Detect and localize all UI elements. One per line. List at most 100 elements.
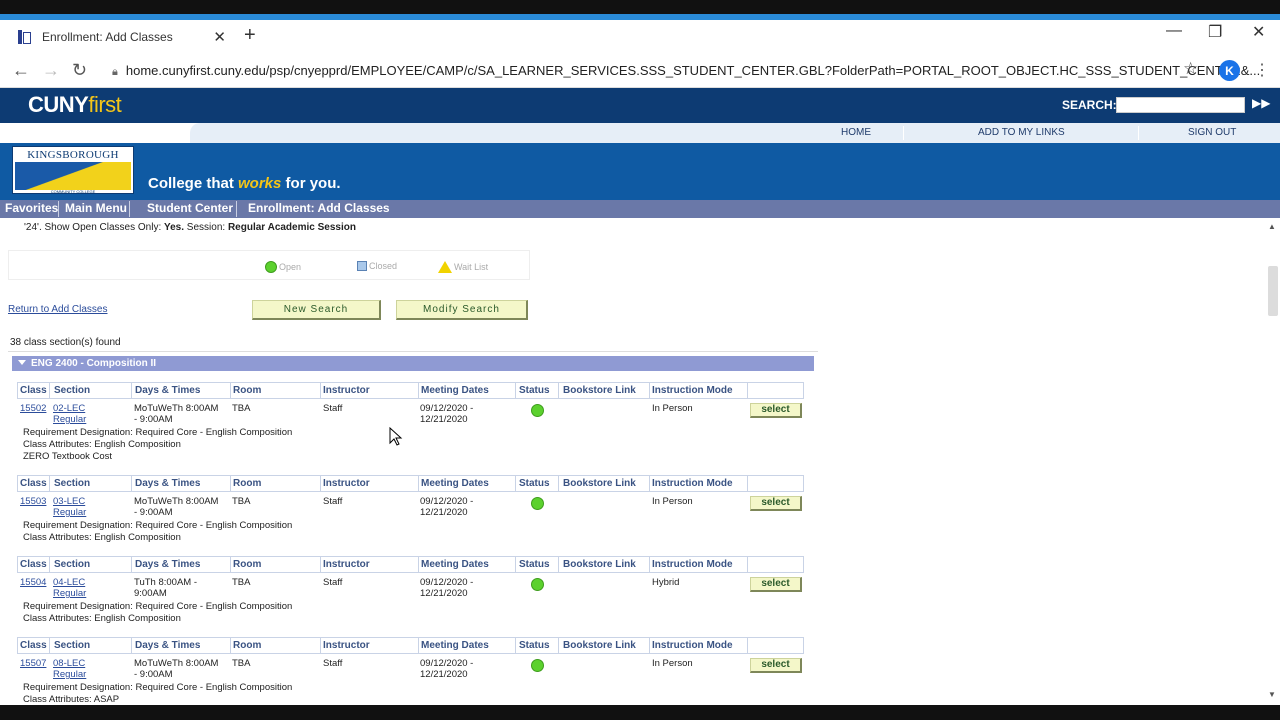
select-button[interactable]: select bbox=[750, 577, 802, 592]
legend-wait: Wait List bbox=[438, 261, 488, 273]
breadcrumb: Favorites Main Menu Student Center Enrol… bbox=[0, 200, 1280, 218]
legend-wait-label: Wait List bbox=[454, 262, 489, 272]
class-number-link[interactable]: 15502 bbox=[20, 403, 46, 414]
days-times: MoTuWeTh 8:00AM - 9:00AM bbox=[134, 658, 218, 680]
bookmark-star-icon[interactable]: ☆ bbox=[1183, 59, 1198, 79]
dates-line2: 12/21/2020 bbox=[420, 414, 468, 425]
tab-favicon-icon bbox=[18, 30, 31, 44]
window-close-icon[interactable]: ✕ bbox=[1252, 22, 1265, 42]
tagline-pre: College that bbox=[148, 175, 239, 192]
col-divider bbox=[515, 638, 516, 653]
new-search-button[interactable]: New Search bbox=[252, 300, 381, 320]
section-link[interactable]: 02-LEC Regular bbox=[53, 403, 86, 425]
col-section: Section bbox=[54, 385, 91, 396]
col-divider bbox=[747, 383, 748, 398]
select-button[interactable]: select bbox=[750, 658, 802, 673]
class-attributes: Class Attributes: English Composition bbox=[23, 613, 181, 624]
col-instructor: Instructor bbox=[323, 385, 370, 396]
class-section: Class Section Days & Times Room Instruct… bbox=[17, 382, 804, 463]
breadcrumb-enrollment[interactable]: Enrollment: Add Classes bbox=[248, 201, 390, 215]
open-status-icon bbox=[531, 497, 544, 510]
college-tagline: College that works for you. bbox=[148, 175, 341, 192]
course-header[interactable]: ENG 2400 - Composition II bbox=[12, 356, 814, 371]
college-banner: KINGSBOROUGH COMMUNITY COLLEGE College t… bbox=[0, 143, 1280, 200]
status-legend: Open Closed Wait List bbox=[8, 250, 530, 280]
restore-icon[interactable]: ❐ bbox=[1208, 22, 1222, 42]
col-room: Room bbox=[233, 385, 262, 396]
criteria-session: Regular Academic Session bbox=[227, 222, 356, 233]
page-scrollbar[interactable]: ▲ ▼ bbox=[1266, 218, 1280, 702]
url-field[interactable]: 🔒︎ home.cunyfirst.cuny.edu/psp/cnyepprd/E… bbox=[112, 63, 1260, 79]
breadcrumb-favorites[interactable]: Favorites bbox=[5, 201, 58, 215]
instruction-mode: Hybrid bbox=[652, 577, 680, 588]
reload-icon[interactable]: ↻ bbox=[72, 60, 87, 81]
col-class: Class bbox=[20, 478, 47, 489]
col-days-times: Days & Times bbox=[135, 385, 201, 396]
scroll-up-icon[interactable]: ▲ bbox=[1268, 222, 1276, 231]
col-room: Room bbox=[233, 559, 262, 570]
select-button[interactable]: select bbox=[750, 496, 802, 511]
room: TBA bbox=[232, 577, 251, 588]
section-notes: Requirement Designation: Required Core -… bbox=[17, 682, 804, 702]
col-status: Status bbox=[519, 385, 550, 396]
section-notes: Requirement Designation: Required Core -… bbox=[17, 427, 804, 463]
back-icon[interactable]: ← bbox=[12, 60, 30, 81]
col-divider bbox=[747, 476, 748, 491]
col-divider bbox=[418, 383, 419, 398]
requirement-designation: Requirement Designation: Required Core -… bbox=[23, 682, 293, 693]
profile-avatar[interactable]: K bbox=[1219, 60, 1240, 81]
instructor: Staff bbox=[323, 496, 343, 507]
forward-icon[interactable]: → bbox=[42, 60, 60, 81]
sign-out-link[interactable]: SIGN OUT bbox=[1188, 127, 1236, 138]
col-divider bbox=[49, 557, 50, 572]
col-room: Room bbox=[233, 640, 262, 651]
class-section: Class Section Days & Times Room Instruct… bbox=[17, 637, 804, 702]
minimize-icon[interactable]: — bbox=[1166, 22, 1182, 40]
col-divider bbox=[649, 476, 650, 491]
course-title: ENG 2400 - Composition II bbox=[31, 358, 157, 369]
scroll-thumb[interactable] bbox=[1268, 266, 1278, 316]
days-times: MoTuWeTh 8:00AM - 9:00AM bbox=[134, 403, 218, 425]
college-name: KINGSBOROUGH bbox=[27, 149, 119, 161]
breadcrumb-student-center[interactable]: Student Center bbox=[147, 201, 233, 215]
home-link[interactable]: HOME bbox=[841, 127, 871, 138]
meeting-dates: 09/12/2020 -12/21/2020 bbox=[420, 403, 473, 425]
add-to-my-links-link[interactable]: ADD TO MY LINKS bbox=[978, 127, 1065, 138]
menu-kebab-icon[interactable]: ⋮ bbox=[1254, 60, 1270, 80]
class-number-link[interactable]: 15503 bbox=[20, 496, 46, 507]
open-status-icon bbox=[531, 578, 544, 591]
class-number-link[interactable]: 15504 bbox=[20, 577, 46, 588]
select-button[interactable]: select bbox=[750, 403, 802, 418]
return-to-add-classes-link[interactable]: Return to Add Classes bbox=[8, 304, 108, 315]
col-class: Class bbox=[20, 640, 47, 651]
cunyfirst-header: CUNYfirst SEARCH: ▶▶ bbox=[0, 88, 1280, 123]
days-line2: - 9:00AM bbox=[134, 669, 173, 680]
class-number-link[interactable]: 15507 bbox=[20, 658, 46, 669]
days-line2: 9:00AM bbox=[134, 588, 167, 599]
requirement-designation: Requirement Designation: Required Core -… bbox=[23, 427, 293, 438]
search-go-icon[interactable]: ▶▶ bbox=[1252, 96, 1270, 110]
modify-search-button[interactable]: Modify Search bbox=[396, 300, 528, 320]
col-bookstore: Bookstore Link bbox=[563, 640, 636, 651]
tab-close-icon[interactable]: ✕ bbox=[213, 28, 226, 46]
col-divider bbox=[230, 638, 231, 653]
col-divider bbox=[515, 557, 516, 572]
breadcrumb-main-menu[interactable]: Main Menu bbox=[65, 201, 127, 215]
section-link[interactable]: 08-LEC Regular bbox=[53, 658, 86, 680]
col-instruction-mode: Instruction Mode bbox=[652, 385, 733, 396]
section-link[interactable]: 03-LEC Regular bbox=[53, 496, 86, 518]
cunyfirst-logo[interactable]: CUNYfirst bbox=[28, 92, 122, 118]
search-input[interactable] bbox=[1116, 97, 1245, 113]
meeting-dates: 09/12/2020 -12/21/2020 bbox=[420, 496, 473, 518]
browser-tab[interactable]: Enrollment: Add Classes ✕ bbox=[8, 22, 232, 52]
col-days-times: Days & Times bbox=[135, 640, 201, 651]
scroll-down-icon[interactable]: ▼ bbox=[1268, 690, 1276, 699]
col-divider bbox=[131, 638, 132, 653]
section-link[interactable]: 04-LEC Regular bbox=[53, 577, 86, 599]
dates-line1: 09/12/2020 - bbox=[420, 658, 474, 669]
legend-closed: Closed bbox=[357, 261, 397, 271]
days-times: TuTh 8:00AM -9:00AM bbox=[134, 577, 197, 599]
section-code: 08-LEC bbox=[53, 658, 86, 669]
col-days-times: Days & Times bbox=[135, 478, 201, 489]
new-tab-icon[interactable]: + bbox=[244, 24, 256, 47]
